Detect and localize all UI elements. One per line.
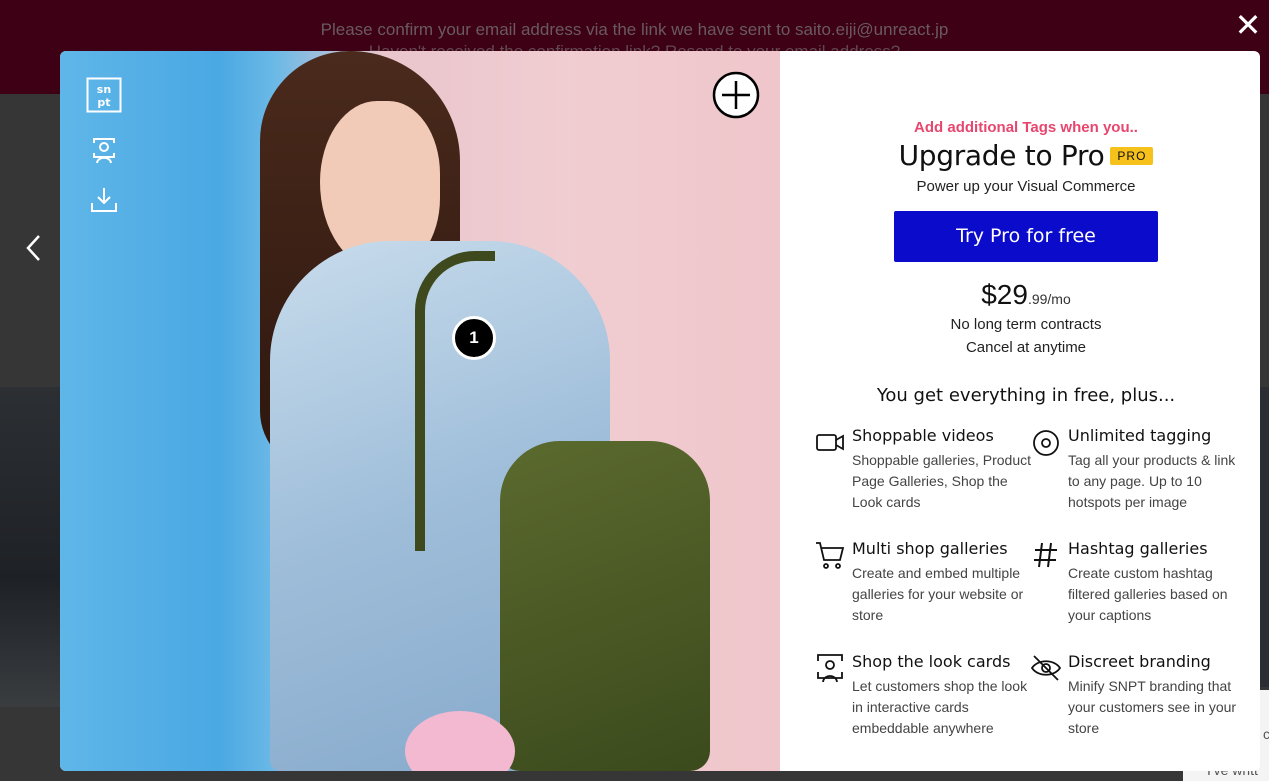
previous-arrow-icon[interactable] — [22, 232, 46, 264]
upgrade-title: Upgrade to Pro — [898, 139, 1105, 172]
feature-desc: Shoppable galleries, Product Page Galler… — [852, 452, 1032, 510]
everything-heading: You get everything in free, plus... — [876, 385, 1176, 406]
background-image-strip-right — [1260, 387, 1269, 687]
feature-name: Shoppable videos — [852, 426, 994, 445]
feature-name: Hashtag galleries — [1068, 539, 1208, 558]
photo-strap — [415, 251, 495, 551]
feature-name: Multi shop galleries — [852, 539, 1008, 558]
try-pro-button[interactable]: Try Pro for free — [894, 211, 1158, 262]
feature-name: Unlimited tagging — [1068, 426, 1212, 445]
cart-icon — [814, 539, 846, 571]
upgrade-title-row: Upgrade to Pro PRO — [780, 139, 1260, 172]
add-tag-icon[interactable] — [712, 71, 760, 119]
feature-name: Shop the look cards — [852, 652, 1011, 671]
hashtag-icon — [1030, 539, 1062, 571]
eye-slash-icon — [1030, 652, 1062, 684]
product-photo: sn pt 1 — [60, 51, 780, 771]
product-hotspot[interactable]: 1 — [452, 316, 496, 360]
no-contracts-note: No long term contracts — [950, 316, 1102, 333]
video-camera-icon — [814, 426, 846, 458]
pro-upgrade-panel: Add additional Tags when you.. Upgrade t… — [780, 51, 1260, 771]
pro-badge: PRO — [1110, 147, 1154, 165]
target-icon — [1030, 426, 1062, 458]
feature-desc: Create custom hashtag filtered galleries… — [1068, 565, 1228, 623]
download-icon[interactable] — [86, 183, 122, 219]
upgrade-modal: sn pt 1 Add additional Tags when you.. Up… — [60, 51, 1260, 771]
price: $29.99/mo — [780, 279, 1260, 311]
svg-text:pt: pt — [97, 96, 110, 109]
feature-desc: Tag all your products & link to any page… — [1068, 452, 1236, 510]
feature-name: Discreet branding — [1068, 652, 1211, 671]
background-image-strip — [0, 387, 60, 707]
background-edge-char: c — [1263, 726, 1269, 742]
price-main: $29 — [981, 279, 1028, 310]
banner-line-1: Please confirm your email address via th… — [320, 20, 949, 39]
feature-desc: Minify SNPT branding that your customers… — [1068, 678, 1237, 736]
svg-text:sn: sn — [97, 83, 111, 96]
price-sub: .99/mo — [1027, 291, 1071, 307]
feature-desc: Let customers shop the look in interacti… — [852, 678, 1028, 736]
snpt-logo-icon[interactable]: sn pt — [86, 77, 122, 113]
upgrade-kicker: Add additional Tags when you.. — [914, 119, 1138, 136]
upgrade-subtitle: Power up your Visual Commerce — [916, 178, 1136, 195]
shop-look-icon[interactable] — [86, 133, 122, 169]
feature-desc: Create and embed multiple galleries for … — [852, 565, 1024, 623]
close-overlay-button[interactable]: ✕ — [1233, 9, 1263, 41]
cancel-note: Cancel at anytime — [965, 339, 1087, 356]
photo-backpack — [500, 441, 710, 771]
shop-look-card-icon — [814, 652, 846, 684]
